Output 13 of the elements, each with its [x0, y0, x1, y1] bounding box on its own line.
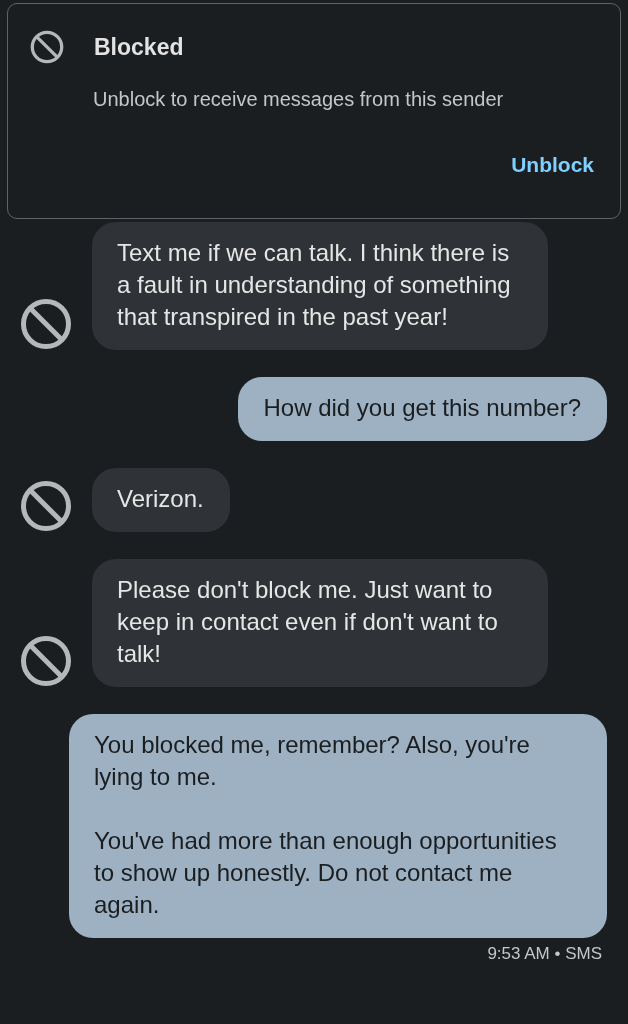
received-message: Verizon. [92, 468, 230, 532]
received-message: Please don't block me. Just want to keep in contact even if don't want to talk! [92, 559, 548, 687]
block-icon [20, 635, 72, 687]
banner-subtitle: Unblock to receive messages from this sender [93, 88, 505, 111]
sent-message: You blocked me, remember? Also, you're lying to me. You've had more than enough opportunities to show up honestly. Do not contact me again. [69, 714, 607, 938]
message-status: 9:53 AM • SMS [487, 944, 602, 964]
banner-title: Blocked [94, 33, 184, 61]
unblock-button[interactable]: Unblock [511, 149, 594, 181]
block-icon [30, 30, 64, 64]
block-icon [20, 480, 72, 532]
received-message: Text me if we can talk. I think there is a fault in understanding of something that transpired in the past year! [92, 222, 548, 350]
block-icon [20, 298, 72, 350]
sent-message: How did you get this number? [238, 377, 607, 441]
